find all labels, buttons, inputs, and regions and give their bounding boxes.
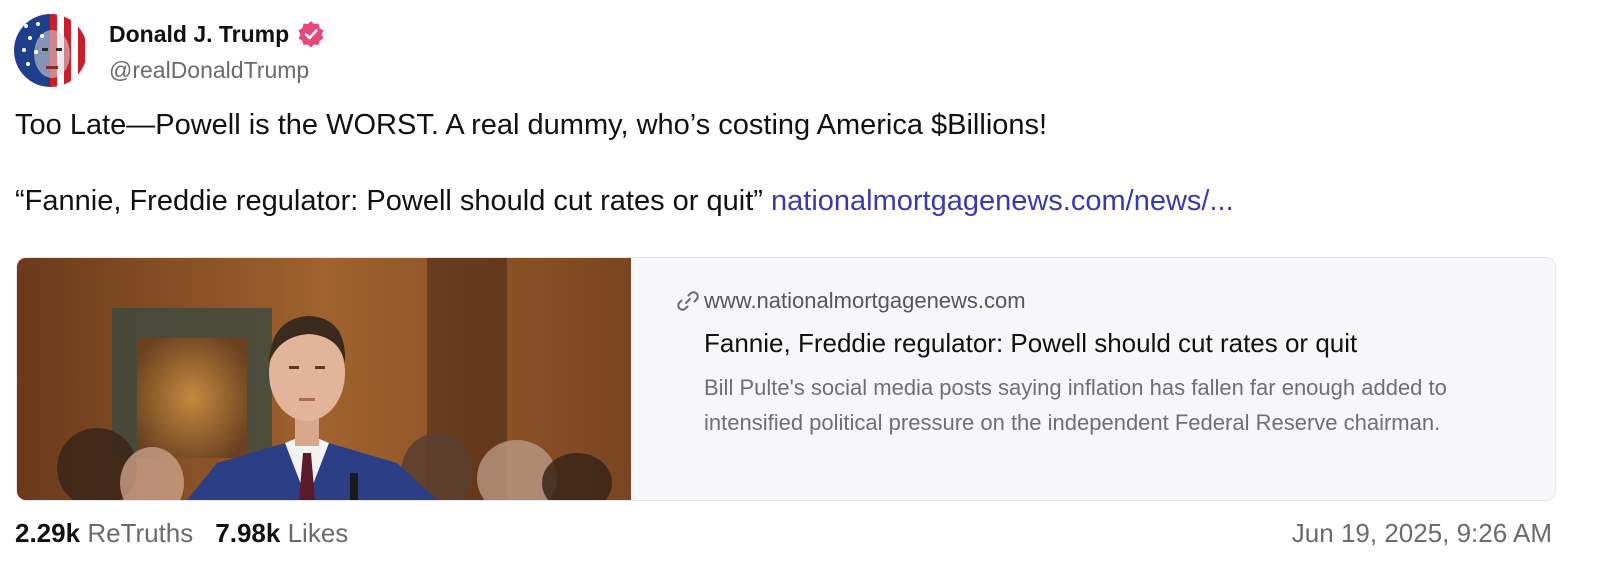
avatar-image: [14, 14, 87, 87]
link-preview-content: www.nationalmortgagenews.com Fannie, Fre…: [631, 258, 1555, 500]
avatar[interactable]: [14, 14, 87, 87]
author-handle[interactable]: @realDonaldTrump: [109, 57, 309, 84]
link-preview-card[interactable]: www.nationalmortgagenews.com Fannie, Fre…: [16, 257, 1556, 501]
link-preview-title[interactable]: Fannie, Freddie regulator: Powell should…: [704, 328, 1357, 359]
retruths-count: 2.29k: [15, 518, 81, 548]
author-name-row: Donald J. Trump: [109, 17, 325, 51]
truth-post: Donald J. Trump @realDonaldTrump Too Lat…: [0, 0, 1600, 579]
post-quote-line: “Fannie, Freddie regulator: Powell shoul…: [15, 185, 1234, 218]
verified-badge-icon: [297, 20, 325, 48]
author-display-name[interactable]: Donald J. Trump: [109, 21, 289, 48]
link-preview-image: [17, 258, 631, 500]
retruths-label: ReTruths: [87, 518, 194, 548]
link-icon: [675, 288, 701, 314]
retruths-stat[interactable]: 2.29k ReTruths: [15, 518, 193, 549]
link-preview-domain: www.nationalmortgagenews.com: [704, 288, 1026, 313]
post-text: Too Late—Powell is the WORST. A real dum…: [15, 109, 1048, 141]
post-stats: 2.29k ReTruths 7.98k Likes: [15, 518, 348, 549]
post-link[interactable]: nationalmortgagenews.com/news/...: [771, 185, 1234, 217]
link-preview-description: Bill Pulte's social media posts saying i…: [704, 375, 1447, 435]
likes-stat[interactable]: 7.98k Likes: [215, 518, 348, 549]
post-timestamp[interactable]: Jun 19, 2025, 9:26 AM: [1292, 518, 1552, 549]
likes-label: Likes: [287, 518, 349, 548]
post-quote: “Fannie, Freddie regulator: Powell shoul…: [15, 185, 763, 217]
likes-count: 7.98k: [215, 518, 281, 548]
